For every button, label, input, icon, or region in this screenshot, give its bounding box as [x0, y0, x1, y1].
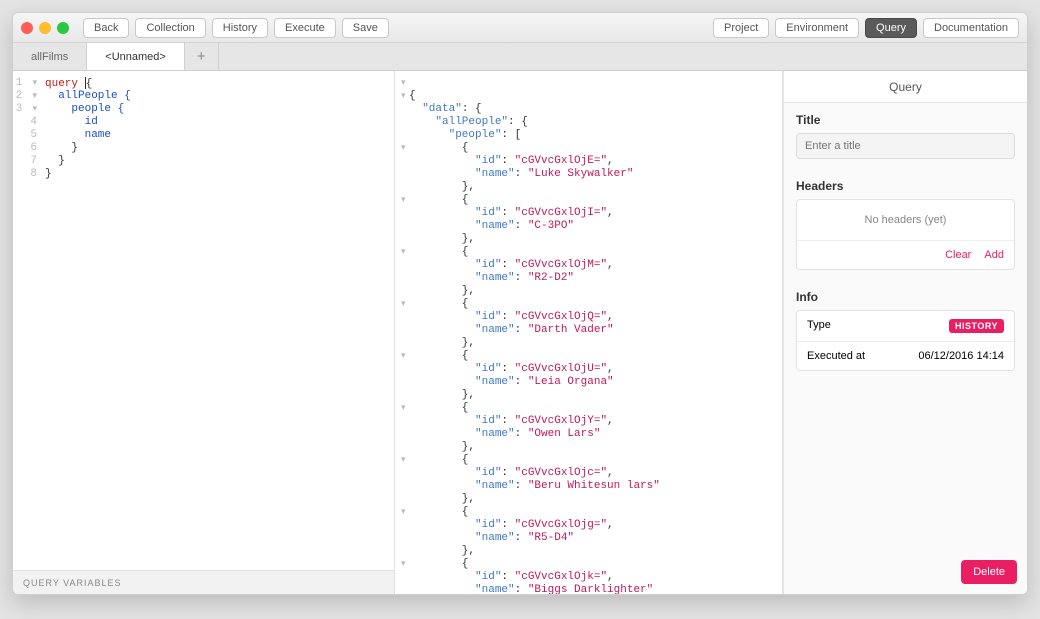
maximize-icon[interactable]	[57, 22, 69, 34]
title-label: Title	[796, 113, 1015, 127]
info-row: Executed at 06/12/2016 14:14	[797, 342, 1014, 370]
editor-gutter: 1 ▾2 ▾3 ▾45678	[13, 77, 45, 570]
query-editor[interactable]: 1 ▾2 ▾3 ▾45678 query { allPeople { peopl…	[13, 71, 394, 570]
info-row: Type HISTORY	[797, 311, 1014, 342]
documentation-button[interactable]: Documentation	[923, 18, 1019, 38]
editor-code[interactable]: query { allPeople { people { id name } }…	[45, 77, 394, 570]
tab-unnamed[interactable]: <Unnamed>	[87, 43, 185, 70]
history-button[interactable]: History	[212, 18, 268, 38]
side-panel: Query Title Headers No headers (yet) Cle…	[783, 71, 1027, 594]
result-pane: ▾▾{ "data": { "allPeople": { "people": […	[395, 71, 783, 594]
add-tab-button[interactable]: +	[185, 43, 219, 70]
history-badge: HISTORY	[949, 319, 1004, 333]
query-button[interactable]: Query	[865, 18, 917, 38]
side-panel-header: Query	[784, 71, 1027, 103]
info-key: Executed at	[807, 350, 865, 362]
headers-section: Headers No headers (yet) Clear Add	[784, 169, 1027, 280]
environment-button[interactable]: Environment	[775, 18, 859, 38]
title-input[interactable]	[796, 133, 1015, 159]
info-key: Type	[807, 319, 831, 333]
tab-bar: allFilms <Unnamed> +	[13, 43, 1027, 71]
minimize-icon[interactable]	[39, 22, 51, 34]
traffic-lights	[21, 22, 69, 34]
headers-label: Headers	[796, 179, 1015, 193]
info-label: Info	[796, 290, 1015, 304]
save-button[interactable]: Save	[342, 18, 389, 38]
delete-button[interactable]: Delete	[961, 560, 1017, 584]
execute-button[interactable]: Execute	[274, 18, 336, 38]
tab-allfilms[interactable]: allFilms	[13, 43, 87, 70]
headers-box: No headers (yet) Clear Add	[796, 199, 1015, 270]
info-value: 06/12/2016 14:14	[918, 350, 1004, 362]
app-window: Back Collection History Execute Save Pro…	[12, 12, 1028, 595]
project-button[interactable]: Project	[713, 18, 769, 38]
title-section: Title	[784, 103, 1027, 169]
query-variables-bar[interactable]: QUERY VARIABLES	[13, 570, 394, 594]
close-icon[interactable]	[21, 22, 33, 34]
titlebar: Back Collection History Execute Save Pro…	[13, 13, 1027, 43]
back-button[interactable]: Back	[83, 18, 129, 38]
result-viewer[interactable]: ▾▾{ "data": { "allPeople": { "people": […	[395, 71, 782, 594]
info-table: Type HISTORY Executed at 06/12/2016 14:14	[796, 310, 1015, 371]
collection-button[interactable]: Collection	[135, 18, 205, 38]
workspace: 1 ▾2 ▾3 ▾45678 query { allPeople { peopl…	[13, 71, 1027, 594]
info-section: Info Type HISTORY Executed at 06/12/2016 14…	[784, 280, 1027, 381]
add-header-link[interactable]: Add	[984, 249, 1004, 261]
clear-headers-link[interactable]: Clear	[945, 249, 971, 261]
query-editor-pane: 1 ▾2 ▾3 ▾45678 query { allPeople { peopl…	[13, 71, 395, 594]
headers-empty-text: No headers (yet)	[797, 200, 1014, 241]
result-code: ▾▾{ "data": { "allPeople": { "people": […	[395, 77, 782, 594]
